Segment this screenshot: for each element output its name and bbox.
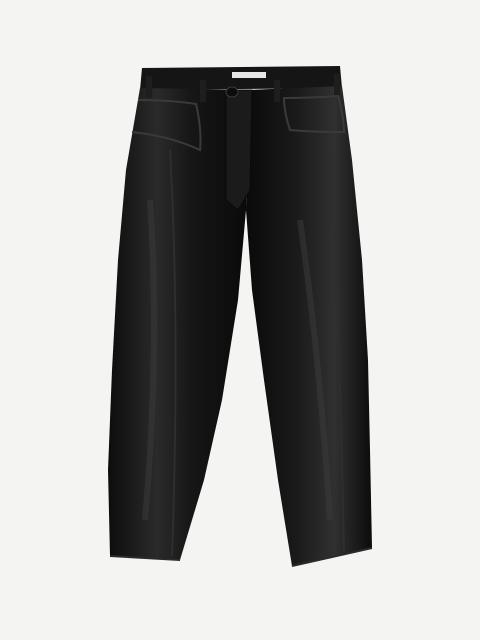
belt-loop <box>200 80 206 102</box>
fly-placket <box>225 89 253 211</box>
belt-loop <box>146 76 152 98</box>
belt-loop <box>334 74 340 96</box>
right-leg <box>246 86 372 566</box>
waist-button <box>225 86 239 98</box>
pants-icon <box>108 66 373 567</box>
belt-loop <box>274 80 280 102</box>
product-photo <box>0 0 480 640</box>
waist-label <box>232 72 266 78</box>
